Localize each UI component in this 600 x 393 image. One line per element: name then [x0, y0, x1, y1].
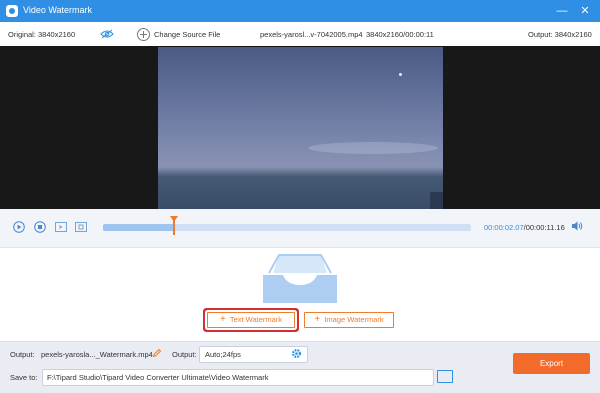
change-source-button[interactable]: Change Source File: [154, 30, 220, 39]
moon-dot: [399, 73, 402, 76]
plus-icon: +: [219, 314, 226, 325]
volume-icon[interactable]: [571, 220, 583, 232]
output-label: Output:: [10, 350, 35, 359]
text-watermark-button[interactable]: + Text Watermark: [207, 312, 295, 328]
app-logo-icon: [6, 5, 18, 17]
eye-off-icon[interactable]: [100, 29, 114, 39]
video-frame: [158, 47, 443, 209]
image-watermark-label: Image Watermark: [324, 315, 384, 324]
current-time: 00:00:02.07: [484, 223, 524, 232]
minimize-icon[interactable]: —: [554, 3, 570, 19]
export-button[interactable]: Export: [513, 353, 590, 374]
playhead-line: [173, 220, 175, 235]
title-bar: Video Watermark — ✕: [0, 0, 600, 22]
cloud-streak: [308, 142, 438, 154]
stop-icon[interactable]: [34, 221, 46, 233]
rock-shape: [430, 192, 443, 209]
original-resolution: Original: 3840x2160: [8, 30, 76, 39]
info-bar: Original: 3840x2160 Change Source File p…: [0, 22, 600, 47]
folder-icon[interactable]: [437, 370, 453, 383]
window-title: Video Watermark: [23, 5, 93, 15]
source-filename: pexels-yarosl...v-7042005.mp4: [260, 30, 363, 39]
timeline-progress: [103, 224, 174, 231]
output-format-value: Auto;24fps: [205, 350, 241, 359]
source-resolution-duration: 3840x2160/00:00:11: [366, 30, 434, 39]
edit-pencil-icon[interactable]: [152, 348, 162, 358]
close-icon[interactable]: ✕: [577, 3, 593, 19]
save-path-value: F:\Tipard Studio\Tipard Video Converter …: [47, 373, 269, 382]
total-time: /00:00:11.16: [523, 223, 565, 232]
add-circle-icon[interactable]: [137, 28, 150, 41]
clip-end-icon[interactable]: [75, 221, 87, 233]
save-path-field[interactable]: F:\Tipard Studio\Tipard Video Converter …: [42, 369, 434, 386]
timeline-track[interactable]: [103, 224, 471, 231]
time-display: 00:00:02.07/00:00:11.16: [484, 223, 565, 232]
gear-icon[interactable]: [291, 348, 302, 359]
inbox-tray-icon: [263, 254, 337, 303]
clip-start-icon[interactable]: [55, 221, 67, 233]
play-icon[interactable]: [13, 221, 25, 233]
plus-icon: +: [314, 314, 321, 325]
format-label: Output:: [172, 350, 197, 359]
output-resolution: Output: 3840x2160: [528, 30, 592, 39]
browse-more-button[interactable]: ···: [47, 373, 55, 382]
save-to-label: Save to:: [10, 373, 38, 382]
output-filename: pexels-yarosla..._Watermark.mp4: [41, 350, 153, 359]
text-watermark-label: Text Watermark: [229, 315, 283, 324]
image-watermark-button[interactable]: + Image Watermark: [304, 312, 394, 328]
